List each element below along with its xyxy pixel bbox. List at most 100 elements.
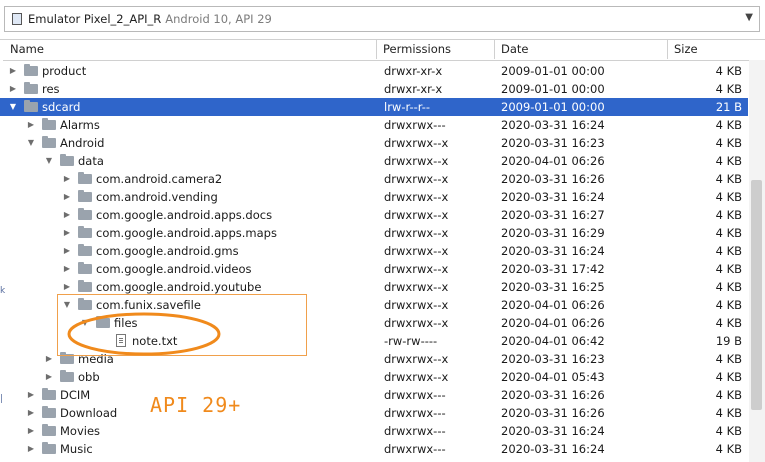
- column-date[interactable]: Date: [495, 40, 668, 59]
- folder-icon: [24, 100, 38, 112]
- tree-row[interactable]: ▼ com.funix.savefile drwxrwx--x 2020-04-01 …: [0, 296, 748, 314]
- folder-icon: [42, 442, 56, 454]
- expand-right-icon[interactable]: ▶: [62, 170, 72, 188]
- device-selector[interactable]: Emulator Pixel_2_API_R Android 10, API 29…: [4, 6, 760, 32]
- item-date: 2020-03-31 16:24: [501, 442, 605, 456]
- item-date: 2020-03-31 16:23: [501, 136, 605, 150]
- tree-row[interactable]: ▶ res drwxr-xr-x 2009-01-01 00:00 4 KB: [0, 80, 748, 98]
- tree-row[interactable]: ▶ Alarms drwxrwx--- 2020-03-31 16:24 4 KB: [0, 116, 748, 134]
- tree-row[interactable]: ▶ com.google.android.videos drwxrwx--x 2020…: [0, 260, 748, 278]
- expand-right-icon[interactable]: ▶: [26, 422, 36, 440]
- chevron-down-icon[interactable]: ▼: [745, 12, 753, 23]
- folder-icon: [42, 424, 56, 436]
- tree-row[interactable]: ▶ com.google.android.gms drwxrwx--x 2020-03…: [0, 242, 748, 260]
- column-name[interactable]: Name: [4, 40, 377, 59]
- expand-down-icon[interactable]: ▼: [26, 134, 36, 152]
- item-name: com.android.camera2: [96, 172, 223, 186]
- tree-row[interactable]: ▶ com.google.android.apps.docs drwxrwx--x 2…: [0, 206, 748, 224]
- expand-right-icon[interactable]: ▶: [26, 404, 36, 422]
- tree-row[interactable]: ▶ Music drwxrwx--- 2020-03-31 16:24 4 KB: [0, 440, 748, 458]
- item-permissions: drwxrwx---: [384, 118, 446, 132]
- column-permissions[interactable]: Permissions: [377, 40, 495, 59]
- expand-right-icon[interactable]: ▶: [62, 260, 72, 278]
- expand-right-icon[interactable]: ▶: [44, 368, 54, 386]
- folder-icon: [78, 298, 92, 310]
- expand-right-icon[interactable]: ▶: [44, 350, 54, 368]
- item-size: 4 KB: [715, 82, 742, 96]
- item-permissions: drwxrwx--x: [384, 262, 449, 276]
- expand-right-icon[interactable]: ▶: [26, 116, 36, 134]
- folder-icon: [78, 190, 92, 202]
- item-permissions: drwxrwx--x: [384, 208, 449, 222]
- item-size: 4 KB: [715, 190, 742, 204]
- device-label: Emulator Pixel_2_API_R Android 10, API 29: [28, 12, 272, 26]
- item-date: 2020-03-31 17:42: [501, 262, 605, 276]
- expand-down-icon[interactable]: ▼: [8, 98, 18, 116]
- item-permissions: drwxrwx--x: [384, 280, 449, 294]
- item-permissions: drwxrwx--x: [384, 244, 449, 258]
- expand-right-icon[interactable]: ▶: [26, 440, 36, 458]
- tree-row[interactable]: note.txt -rw-rw---- 2020-04-01 06:42 19 B: [0, 332, 748, 350]
- tree-row[interactable]: ▶ obb drwxrwx--x 2020-04-01 05:43 4 KB: [0, 368, 748, 386]
- tree-row[interactable]: ▼ files drwxrwx--x 2020-04-01 06:26 4 KB: [0, 314, 748, 332]
- item-name: com.android.vending: [96, 190, 218, 204]
- item-name: com.google.android.apps.docs: [96, 208, 273, 222]
- expand-down-icon[interactable]: ▼: [44, 152, 54, 170]
- item-date: 2020-03-31 16:23: [501, 352, 605, 366]
- tree-row[interactable]: ▶ Download drwxrwx--- 2020-03-31 16:26 4 KB: [0, 404, 748, 422]
- item-size: 4 KB: [715, 442, 742, 456]
- expand-right-icon[interactable]: ▶: [62, 242, 72, 260]
- folder-icon: [78, 280, 92, 292]
- item-name: Download: [60, 406, 118, 420]
- folder-icon: [96, 316, 110, 328]
- item-name: product: [42, 64, 87, 78]
- expand-down-icon[interactable]: ▼: [80, 314, 90, 332]
- item-date: 2020-03-31 16:27: [501, 208, 605, 222]
- folder-icon: [78, 244, 92, 256]
- tree-row[interactable]: ▼ Android drwxrwx--x 2020-03-31 16:23 4 KB: [0, 134, 748, 152]
- item-size: 4 KB: [715, 118, 742, 132]
- tree-row[interactable]: ▶ com.google.android.youtube drwxrwx--x 202…: [0, 278, 748, 296]
- tree-row[interactable]: ▶ com.android.camera2 drwxrwx--x 2020-03-31…: [0, 170, 748, 188]
- expand-right-icon[interactable]: ▶: [26, 386, 36, 404]
- item-size: 4 KB: [715, 262, 742, 276]
- item-permissions: drwxrwx---: [384, 442, 446, 456]
- item-size: 4 KB: [715, 388, 742, 402]
- tree-row[interactable]: ▶ media drwxrwx--x 2020-03-31 16:23 4 KB: [0, 350, 748, 368]
- expand-right-icon[interactable]: ▶: [8, 80, 18, 98]
- expand-right-icon[interactable]: ▶: [62, 206, 72, 224]
- item-name: media: [78, 352, 114, 366]
- file-tree: ▶ product drwxr-xr-x 2009-01-01 00:00 4 KB ▶ r…: [0, 62, 748, 458]
- item-permissions: drwxrwx--x: [384, 352, 449, 366]
- column-size[interactable]: Size: [668, 40, 748, 59]
- expand-right-icon[interactable]: ▶: [62, 278, 72, 296]
- item-permissions: drwxrwx--x: [384, 316, 449, 330]
- column-header: Name Permissions Date Size: [0, 39, 765, 61]
- expand-right-icon[interactable]: ▶: [62, 188, 72, 206]
- tree-row[interactable]: ▶ com.android.vending drwxrwx--x 2020-03-31…: [0, 188, 748, 206]
- tree-row[interactable]: ▶ product drwxr-xr-x 2009-01-01 00:00 4 KB: [0, 62, 748, 80]
- item-date: 2020-03-31 16:26: [501, 406, 605, 420]
- item-permissions: drwxrwx---: [384, 424, 446, 438]
- expand-right-icon[interactable]: ▶: [62, 224, 72, 242]
- folder-icon: [60, 370, 74, 382]
- item-permissions: drwxr-xr-x: [384, 82, 443, 96]
- tree-row[interactable]: ▶ Movies drwxrwx--- 2020-03-31 16:24 4 KB: [0, 422, 748, 440]
- vertical-scrollbar[interactable]: [749, 60, 765, 462]
- item-name: res: [42, 82, 60, 96]
- scrollbar-thumb[interactable]: [751, 180, 762, 410]
- item-name: Android: [60, 136, 105, 150]
- tree-row[interactable]: ▶ DCIM drwxrwx--- 2020-03-31 16:26 4 KB: [0, 386, 748, 404]
- item-date: 2020-04-01 06:42: [501, 334, 605, 348]
- expand-down-icon[interactable]: ▼: [62, 296, 72, 314]
- item-size: 4 KB: [715, 406, 742, 420]
- item-size: 4 KB: [715, 370, 742, 384]
- tree-row[interactable]: ▼ data drwxrwx--x 2020-04-01 06:26 4 KB: [0, 152, 748, 170]
- expand-right-icon[interactable]: ▶: [8, 62, 18, 80]
- item-size: 4 KB: [715, 208, 742, 222]
- tree-row[interactable]: ▶ com.google.android.apps.maps drwxrwx--x 2…: [0, 224, 748, 242]
- item-size: 4 KB: [715, 424, 742, 438]
- item-name: com.google.android.apps.maps: [96, 226, 277, 240]
- tree-row[interactable]: ▼ sdcard lrw-r--r-- 2009-01-01 00:00 21 B: [0, 98, 748, 116]
- item-size: 4 KB: [715, 154, 742, 168]
